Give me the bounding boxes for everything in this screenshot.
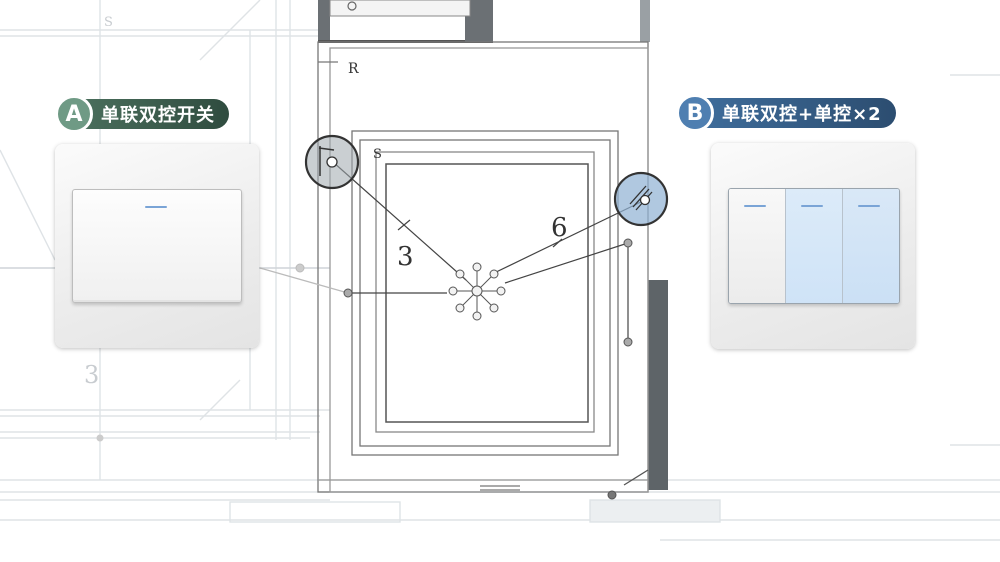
label-b: B 单联双控+单控×2 (676, 94, 896, 132)
switch-b-key-2 (786, 189, 843, 303)
wall-blocks (318, 0, 668, 490)
switch-location-a (304, 134, 360, 190)
room-outlines (317, 41, 649, 493)
label-a-text: 单联双控开关 (81, 99, 229, 129)
wire-count-left: 3 (397, 242, 414, 272)
switch-b-key-1 (729, 189, 786, 303)
switch-b-key-3-indicator (858, 205, 880, 207)
chandelier-icon (448, 262, 506, 321)
switch-b-key-3 (843, 189, 899, 303)
switch-b-image (711, 143, 915, 349)
switch-b-keys (728, 188, 900, 304)
label-a: A 单联双控开关 (55, 95, 229, 133)
switch-a-rocker (72, 189, 242, 303)
room-mark-outer: R (348, 61, 359, 77)
switch-b-key-2-indicator (801, 205, 823, 207)
wire-count-far-left: 3 (84, 361, 99, 389)
switch-b-key-1-indicator (744, 205, 766, 207)
label-b-letter: B (676, 94, 714, 132)
switch-a-indicator (145, 206, 167, 208)
wire-count-right: 6 (551, 213, 568, 243)
switch-a-image (55, 144, 259, 348)
room-mark-top-left: S (104, 15, 113, 30)
switch-location-b (613, 171, 669, 227)
room-mark-inner: S (373, 147, 382, 162)
label-b-text: 单联双控+单控×2 (702, 98, 896, 128)
label-a-letter: A (55, 95, 93, 133)
